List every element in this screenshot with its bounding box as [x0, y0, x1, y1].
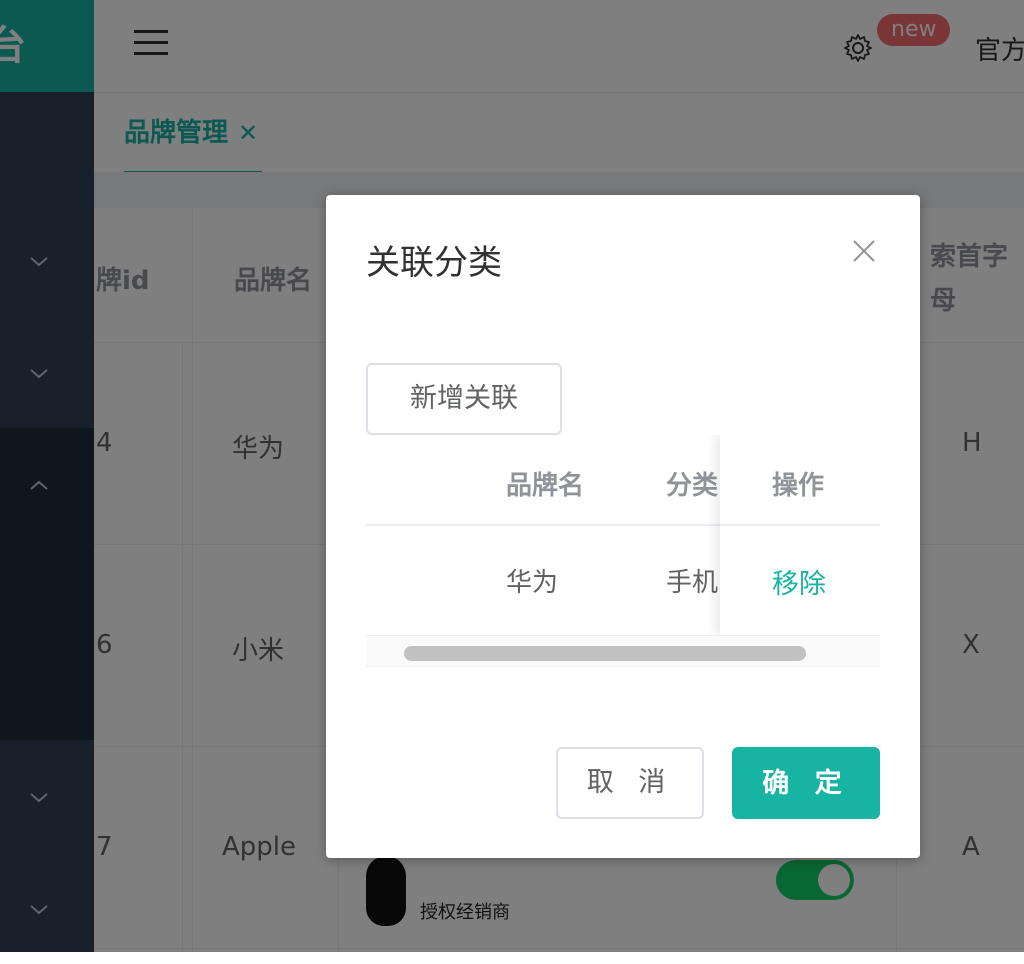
horizontal-scrollbar[interactable]	[366, 635, 880, 667]
column-header-action: 操作	[772, 471, 825, 501]
dialog-title: 关联分类	[366, 243, 502, 283]
relate-category-dialog: 关联分类 新增关联 品牌名 分类 华为 手机 操作 移除 取 消 确 定	[326, 195, 920, 858]
remove-link[interactable]: 移除	[772, 562, 826, 601]
fixed-action-column: 操作 移除	[720, 435, 880, 635]
close-icon[interactable]	[850, 237, 878, 265]
cell-category: 手机	[666, 568, 719, 598]
relation-table: 品牌名 分类 华为 手机 操作 移除	[366, 435, 880, 667]
cancel-button[interactable]: 取 消	[556, 747, 704, 819]
confirm-button[interactable]: 确 定	[732, 747, 880, 819]
cell-brand: 华为	[506, 568, 559, 598]
column-header-category: 分类	[666, 471, 719, 501]
scrollbar-thumb[interactable]	[404, 646, 806, 661]
column-header-brand: 品牌名	[506, 471, 585, 501]
add-relation-button[interactable]: 新增关联	[366, 363, 562, 435]
